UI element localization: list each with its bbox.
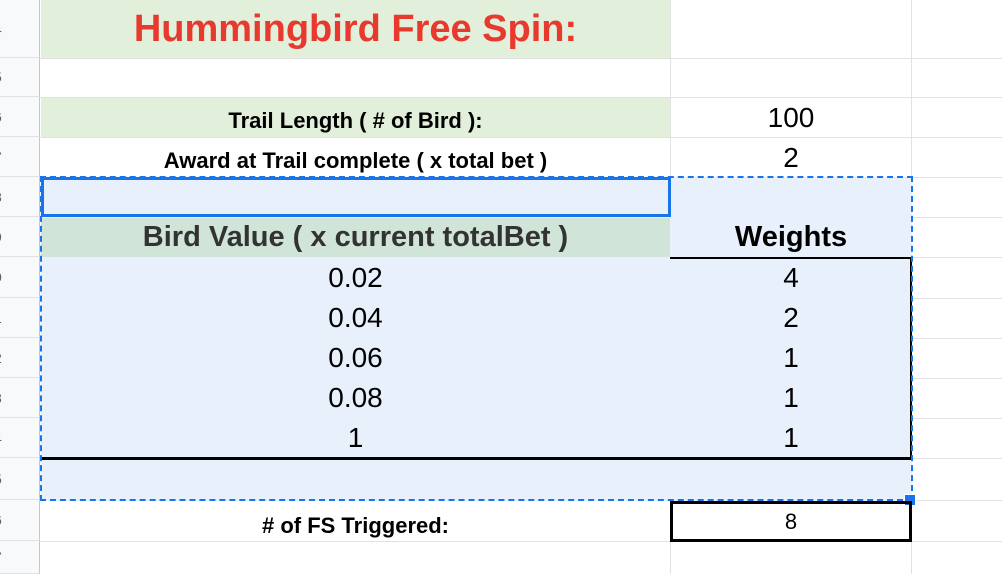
award-value-cell[interactable]: 2	[671, 138, 911, 177]
row-number: 6	[0, 109, 2, 125]
row-header[interactable]: 7	[0, 541, 40, 574]
trail-length-label-cell[interactable]: Trail Length ( # of Bird ):	[41, 98, 670, 137]
selection-border	[40, 176, 913, 501]
trail-length-value-cell[interactable]: 100	[671, 98, 911, 137]
row-header[interactable]: 2	[0, 338, 40, 378]
sheet-title: Hummingbird Free Spin:	[133, 7, 578, 50]
row-number: 7	[0, 149, 2, 165]
title-cell[interactable]: Hummingbird Free Spin:	[41, 0, 670, 58]
row-header[interactable]: 0	[0, 257, 40, 298]
fs-triggered-label-cell[interactable]: # of FS Triggered:	[41, 505, 670, 543]
award-label: Award at Trail complete ( x total bet )	[163, 147, 548, 173]
fs-triggered-label: # of FS Triggered:	[261, 513, 450, 538]
row-number: 1	[0, 310, 2, 326]
row-header[interactable]: 3	[0, 378, 40, 418]
row-header[interactable]: 4	[0, 418, 40, 458]
row-number: 0	[0, 269, 2, 285]
row-number: 3	[0, 390, 2, 406]
row-header[interactable]: 5	[0, 58, 40, 97]
row-header[interactable]: 4	[0, 0, 40, 58]
trail-length-value: 100	[767, 101, 815, 133]
award-value: 2	[783, 141, 799, 173]
row-header[interactable]: 1	[0, 298, 40, 338]
row-number: 7	[0, 549, 2, 565]
fs-triggered-value: 8	[784, 508, 798, 534]
row-number: 9	[0, 229, 2, 245]
award-label-cell[interactable]: Award at Trail complete ( x total bet )	[41, 138, 670, 177]
row-header[interactable]: 6	[0, 97, 40, 137]
row-header[interactable]: 5	[0, 458, 40, 500]
fs-triggered-value-cell[interactable]: 8	[670, 501, 912, 542]
row-header[interactable]: 8	[0, 177, 40, 217]
row-header[interactable]: 6	[0, 500, 40, 541]
row-header[interactable]: 9	[0, 217, 40, 257]
row-number: 8	[0, 189, 2, 205]
row-number: 4	[0, 21, 2, 37]
row-number: 5	[0, 471, 2, 487]
spreadsheet-grid: 4 5 6 7 8 9 0 1 2 3 4 5 6 7 Hummingbird …	[0, 0, 1002, 574]
row-number: 4	[0, 430, 2, 446]
row-number: 5	[0, 69, 2, 85]
row-gridline	[40, 58, 1002, 59]
trail-length-label: Trail Length ( # of Bird ):	[228, 107, 483, 133]
row-number: 2	[0, 350, 2, 366]
row-header[interactable]: 7	[0, 137, 40, 177]
row-number: 6	[0, 512, 2, 528]
